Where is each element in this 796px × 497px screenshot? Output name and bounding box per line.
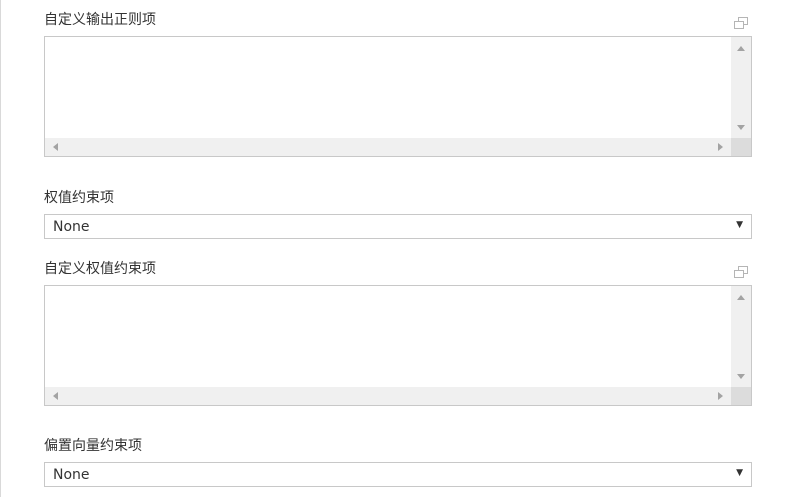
arrow-up-icon[interactable]: [737, 295, 745, 300]
bias-constraint-select[interactable]: None ▼: [44, 462, 752, 487]
caret-down-icon: ▼: [736, 468, 743, 478]
arrow-right-icon[interactable]: [718, 392, 723, 400]
caret-down-icon: ▼: [736, 220, 743, 230]
custom-weight-constraint-input[interactable]: [45, 286, 731, 387]
arrow-up-icon[interactable]: [737, 46, 745, 51]
horizontal-scrollbar[interactable]: [45, 138, 731, 156]
arrow-left-icon[interactable]: [53, 143, 58, 151]
bias-constraint-value: None: [53, 467, 90, 483]
custom-weight-constraint-field: [44, 285, 752, 406]
scrollbar-corner: [731, 138, 751, 156]
weight-constraint-select[interactable]: None ▼: [44, 214, 752, 239]
expand-window-icon[interactable]: [734, 14, 748, 29]
vertical-scrollbar[interactable]: [731, 37, 751, 138]
left-divider: [0, 0, 1, 497]
arrow-down-icon[interactable]: [737, 125, 745, 130]
custom-weight-constraint-label: 自定义权值约束项: [44, 261, 156, 277]
weight-constraint-label: 权值约束项: [44, 190, 114, 206]
scrollbar-corner: [731, 387, 751, 405]
vertical-scrollbar[interactable]: [731, 286, 751, 387]
bias-constraint-label: 偏置向量约束项: [44, 438, 142, 454]
arrow-right-icon[interactable]: [718, 143, 723, 151]
expand-window-icon[interactable]: [734, 263, 748, 278]
arrow-left-icon[interactable]: [53, 392, 58, 400]
custom-output-regularizer-field: [44, 36, 752, 157]
horizontal-scrollbar[interactable]: [45, 387, 731, 405]
custom-output-regularizer-input[interactable]: [45, 37, 731, 138]
arrow-down-icon[interactable]: [737, 374, 745, 379]
custom-output-regularizer-label: 自定义输出正则项: [44, 12, 156, 28]
weight-constraint-value: None: [53, 219, 90, 235]
